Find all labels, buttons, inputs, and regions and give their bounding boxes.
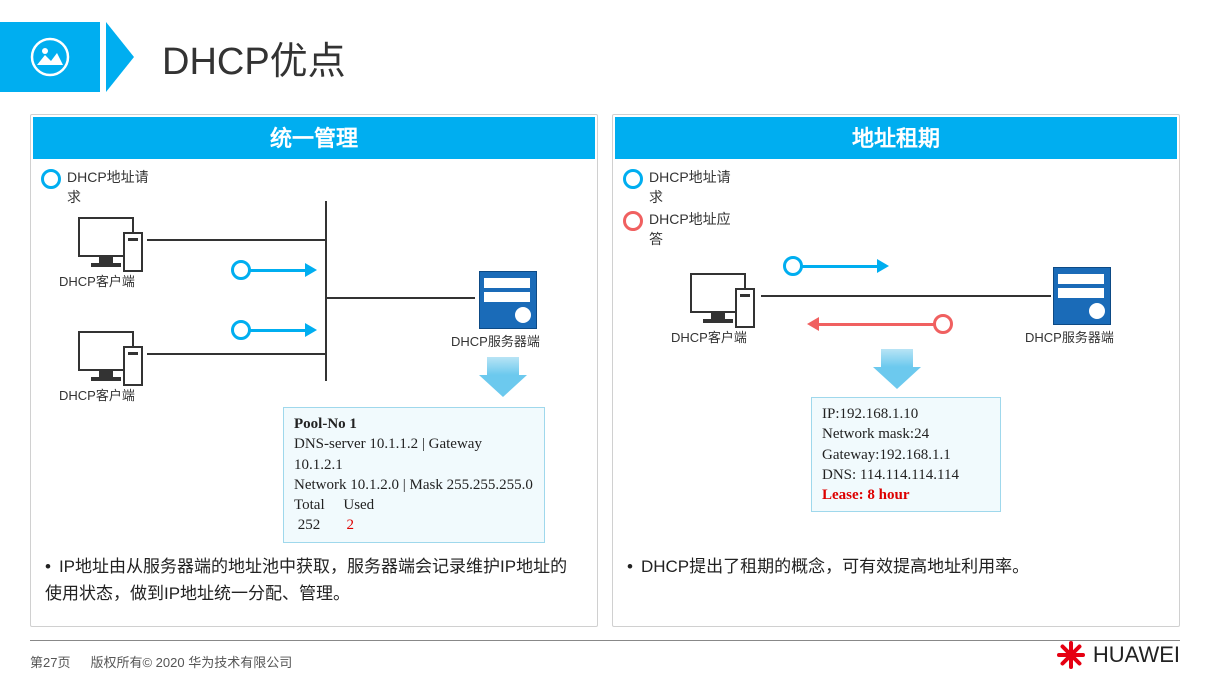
link-line [761,295,1051,297]
pool-total: 252 [298,517,321,533]
bus-h3 [325,297,475,299]
right-legend: DHCP地址请求 DHCP地址应答 [623,167,739,251]
bus-vline [325,201,327,381]
down-arrow-left [479,357,527,397]
slide-title: DHCP优点 [162,30,346,85]
image-icon [0,22,100,92]
info-lease: Lease: 8 hour [822,485,990,505]
left-legend: DHCP地址请求 [41,167,157,209]
bus-h1 [147,239,325,241]
pool-line2: Network 10.1.2.0 | Mask 255.255.255.0 [294,475,534,495]
pool-title: Pool-No 1 [294,414,534,434]
lease-info-box: IP:192.168.1.10 Network mask:24 Gateway:… [811,397,1001,512]
info-ip: IP:192.168.1.10 [822,404,990,424]
right-bullet: DHCP提出了租期的概念，可有效提高地址利用率。 [627,553,1165,580]
info-mask: Network mask:24 [822,424,990,444]
req-arrow-1 [241,269,311,272]
huawei-petals-icon [1055,639,1087,671]
left-panel: 统一管理 DHCP地址请求 DHCP客户端 [30,114,598,627]
panels-container: 统一管理 DHCP地址请求 DHCP客户端 [30,114,1180,627]
legend-req-label: DHCP地址请求 [649,167,739,207]
right-panel: 地址租期 DHCP地址请求 DHCP地址应答 [612,114,1180,627]
pool-total-label: Total [294,497,325,513]
right-panel-header: 地址租期 [615,117,1177,159]
brand-text: HUAWEI [1093,642,1180,668]
left-panel-header: 统一管理 [33,117,595,159]
client-pc-1: DHCP客户端 [71,217,141,290]
server-label-left: DHCP服务器端 [451,331,540,350]
legend-req-icon [623,169,643,189]
title-bar: DHCP优点 [0,22,346,92]
info-gw: Gateway:192.168.1.1 [822,445,990,465]
legend-request-label: DHCP地址请求 [67,167,157,207]
req-arrow-2 [241,329,311,332]
pool-info-box: Pool-No 1 DNS-server 10.1.1.2 | Gateway … [283,407,545,543]
info-dns: DNS: 114.114.114.114 [822,465,990,485]
client-pc-right: DHCP客户端 [683,273,753,346]
bus-h2 [147,353,325,355]
client-label-right: DHCP客户端 [671,327,741,346]
down-arrow-right [873,349,921,389]
page-number: 第27页 [30,652,70,671]
legend-request-icon [41,169,61,189]
copyright: 版权所有© 2020 华为技术有限公司 [90,652,292,671]
reply-arrow [813,323,943,326]
huawei-logo: HUAWEI [1055,639,1180,671]
pool-used: 2 [347,517,355,533]
client1-label: DHCP客户端 [59,271,129,290]
client-pc-2: DHCP客户端 [71,331,141,404]
legend-reply-icon [623,211,643,231]
client2-label: DHCP客户端 [59,385,129,404]
footer: 第27页 版权所有© 2020 华为技术有限公司 HUAWEI [30,639,1180,671]
chevron-icon [106,22,134,92]
dhcp-server-right [1053,267,1111,325]
left-bullet: IP地址由从服务器端的地址池中获取，服务器端会记录维护IP地址的使用状态，做到I… [45,553,583,607]
server-label-right: DHCP服务器端 [1025,327,1114,346]
pool-used-label: Used [343,497,374,513]
dhcp-server-left [479,271,537,329]
req-arrow-right [793,265,883,268]
legend-reply-label: DHCP地址应答 [649,209,739,249]
pool-line1: DNS-server 10.1.1.2 | Gateway 10.1.2.1 [294,434,534,475]
